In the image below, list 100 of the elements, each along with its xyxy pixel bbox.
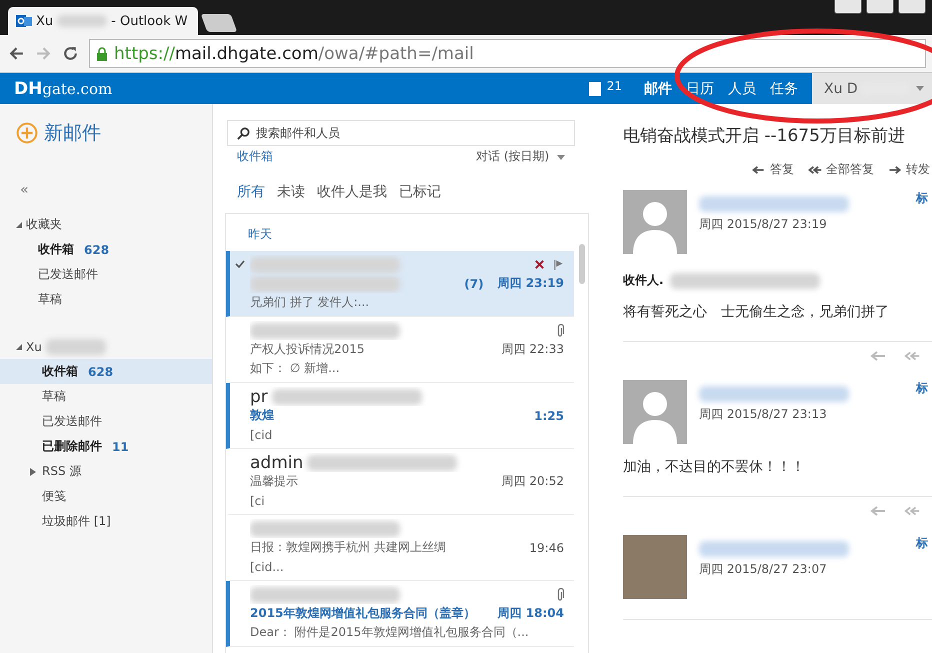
logo[interactable]: DHgate.com [14,78,112,98]
message-subject: 敦煌 [250,407,274,424]
message-time: 周四 23:19 [498,275,564,292]
reply-action[interactable]: 答复 [752,161,794,178]
redaction-blur [46,338,106,354]
browser-tab[interactable]: Xu - Outlook W [8,7,198,35]
folder-group[interactable]: 收藏夹 [26,216,62,233]
message-preview: [cid [250,428,272,442]
check-icon [235,260,245,268]
folder-group[interactable]: Xu [26,340,42,354]
folder-item[interactable]: 收件箱 628 [0,237,212,262]
caret-icon [557,155,565,160]
paperclip-icon [556,588,564,602]
filter-tab[interactable]: 所有 [237,183,265,201]
new-mail-button[interactable]: 新邮件 [16,120,212,146]
reply-action[interactable]: 转发 [888,161,930,178]
folder-item[interactable]: 收件箱 628 [0,359,212,384]
message-time: 19:46 [529,540,564,554]
message-date: 周四 2015/8/27 23:19 [699,216,828,233]
folder-link[interactable]: 收件箱 [237,148,273,165]
notification-count: 21 [606,78,622,92]
delete-icon[interactable] [534,259,545,270]
redaction-blur [57,15,108,27]
flag-icon[interactable] [553,259,564,270]
filter-tab[interactable]: 未读 [277,183,305,201]
reply-action[interactable]: 全部答复 [808,161,874,178]
message-subject: 产权人投诉情况2015 [250,341,365,358]
message-item[interactable]: (7) 周四 23:19 兄弟们 拼了 发件人:... [226,251,574,317]
back-icon[interactable] [8,45,25,62]
left-arrow-icon [752,164,766,174]
reload-icon[interactable] [62,45,79,62]
caret-icon [916,86,924,91]
message-time: 周四 20:52 [502,473,564,490]
search-field[interactable]: 搜索邮件和人员 [227,120,575,146]
message-item[interactable]: 日报：敦煌网携手杭州 共建网上丝绸 19:46 [cid... [226,515,574,581]
notification-icon[interactable] [588,82,601,96]
message-time: 1:25 [534,408,564,422]
message-subject: 温馨提示 [250,473,298,490]
message-item[interactable]: 产权人投诉情况2015 周四 22:33 如下： ∅ 新增... [226,317,574,383]
tab-title: Xu [36,14,54,28]
message-preview: 如下： ∅ 新增... [250,360,340,377]
nav-tab[interactable]: 任务 [770,80,798,98]
sort-dropdown[interactable]: 对话 (按日期) [476,148,565,165]
message-time: 周四 22:33 [502,341,564,358]
plus-circle-icon [16,122,38,144]
user-menu[interactable]: Xu D [812,73,932,104]
minimize-button[interactable] [866,0,894,14]
address-bar[interactable]: https://mail.dhgate.com/owa/#path=/mail [89,39,926,68]
mark-link[interactable]: 标 [916,190,928,207]
folder-item[interactable]: 已删除邮件 11 [0,434,212,459]
user-button[interactable] [834,0,862,14]
mark-link[interactable]: 标 [916,380,928,397]
message-item[interactable]: 2015年敦煌网增值礼包服务合同（盖章） 周四 18:04 Dear： 附件是2015年敦煌网增值礼包服务合同（... [226,581,574,647]
lock-icon [96,46,108,60]
expanded-arrow-icon[interactable] [16,344,22,350]
collapsed-arrow-icon[interactable] [30,468,36,476]
outlook-icon [16,13,32,29]
maximize-button[interactable] [898,0,926,14]
message-date: 周四 2015/8/27 23:13 [699,406,828,423]
mark-link[interactable]: 标 [916,535,928,552]
message-preview: Dear： 附件是2015年敦煌网增值礼包服务合同（... [250,624,529,641]
folder-item[interactable]: 垃圾邮件 [1] [0,509,212,534]
folder-item[interactable]: 草稿 [0,384,212,409]
message-title: 电销奋战模式开启 --1675万目标前进 [623,125,906,147]
message-time: 周四 18:04 [498,605,564,622]
message-date: 周四 2015/8/27 23:07 [699,561,828,578]
expanded-arrow-icon[interactable] [16,222,22,228]
photo-placeholder [623,535,687,599]
date-group-label: 昨天 [247,226,273,243]
filter-tab[interactable]: 已标记 [399,183,441,201]
recipient-label: 收件人. [623,272,664,289]
sender-name: pr [250,387,268,406]
avatar-icon [623,190,687,254]
message-item[interactable]: pr 敦煌 1:25 [cid [226,383,574,449]
message-subject: 日报：敦煌网携手杭州 共建网上丝绸 [250,539,446,556]
scrollbar-thumb[interactable] [579,244,585,284]
message-subject: 2015年敦煌网增值礼包服务合同（盖章） [250,605,476,622]
folder-item[interactable]: 草稿 [0,287,212,312]
nav-tab[interactable]: 人员 [728,80,756,98]
folder-item[interactable]: 已发送邮件 [0,409,212,434]
message-preview: [cid... [250,560,284,574]
message-body: 加油，不达目的不罢休！！！ [623,458,806,476]
message-preview: 兄弟们 拼了 发件人:... [250,294,370,311]
folder-item[interactable]: RSS 源 [0,459,212,484]
collapse-button[interactable]: « [20,182,212,198]
folder-item[interactable]: 已发送邮件 [0,262,212,287]
avatar-icon [623,380,687,444]
tab-title: - Outlook W [111,14,188,28]
thread-count: (7) [464,276,484,290]
paperclip-icon [556,324,564,338]
message-preview: [ci [250,494,265,508]
filter-tab[interactable]: 收件人是我 [317,183,387,201]
folder-item[interactable]: 便笺 [0,484,212,509]
nav-tab[interactable]: 邮件 [644,80,672,98]
message-item[interactable]: admin 温馨提示 周四 20:52 [ci [226,449,574,515]
right-arrow-icon [888,164,902,174]
message-body: 将有誓死之心 士无偷生之念，兄弟们拼了 [623,303,890,321]
double-left-arrow-icon [808,164,822,174]
new-tab-button[interactable] [200,14,238,32]
sender-name: admin [250,453,304,472]
